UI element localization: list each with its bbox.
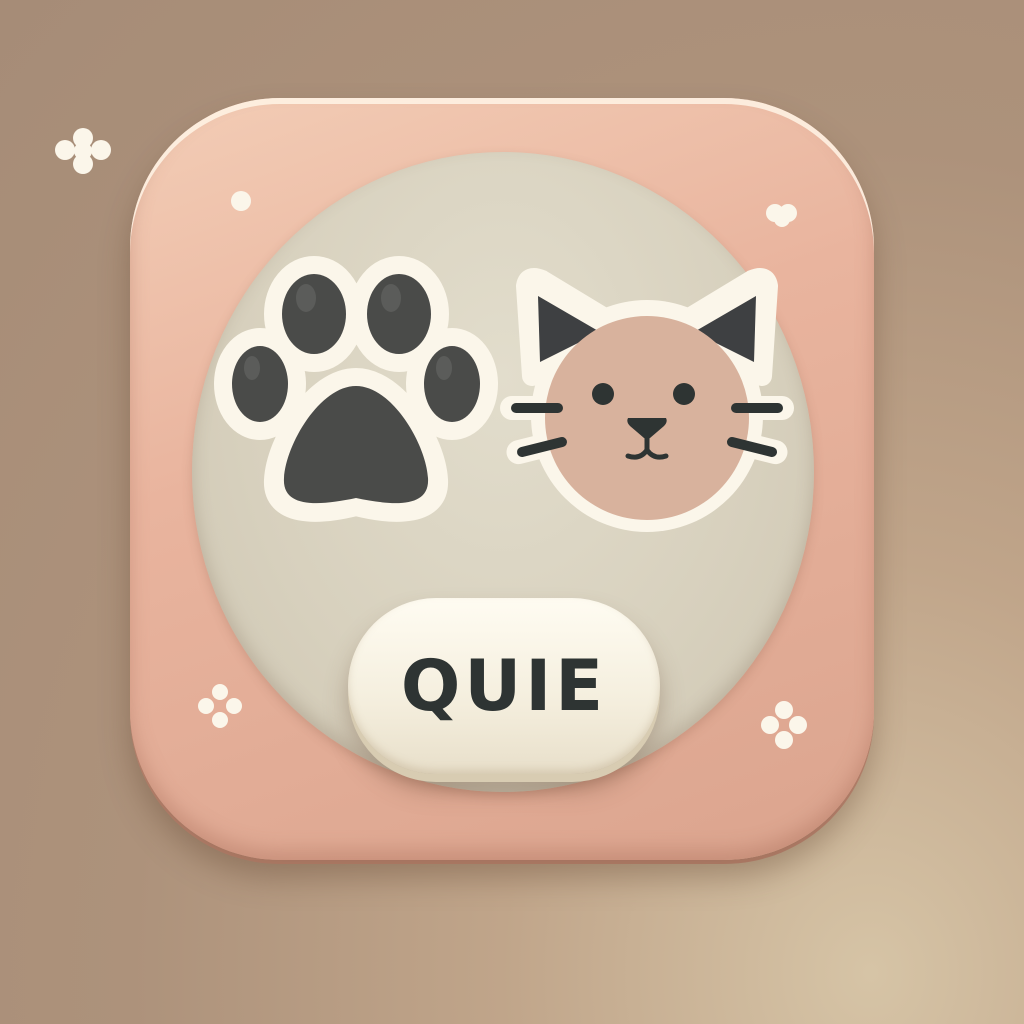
paw-print-icon: [214, 256, 498, 522]
sparkle-dot-icon: [231, 191, 251, 211]
sparkle-heart-icon: [766, 204, 797, 227]
sparkle-icon: [55, 128, 111, 174]
quiz-button-label: QUIE: [400, 645, 608, 727]
app-icon-scene: QUIE: [0, 0, 1024, 1024]
cat-face-icon: [500, 268, 794, 532]
sparkle-icon: [198, 684, 242, 728]
sparkle-icon: [761, 701, 807, 749]
quiz-button[interactable]: QUIE: [348, 598, 660, 774]
